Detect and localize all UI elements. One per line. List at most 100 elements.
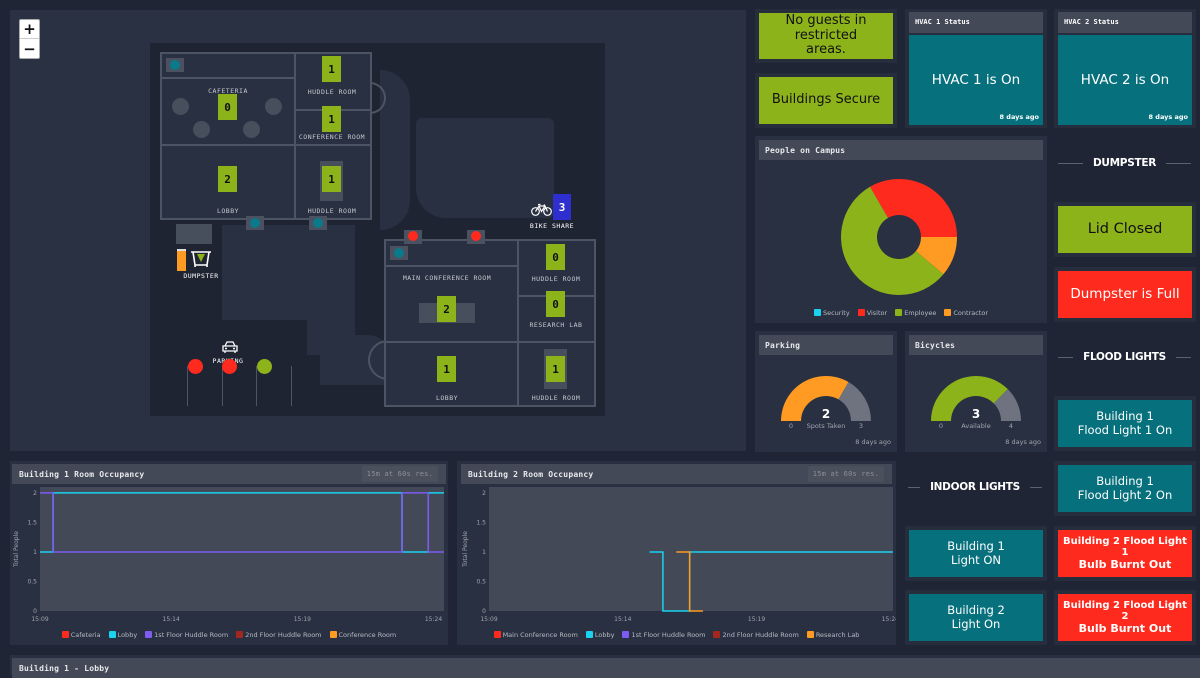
legend-label: 1st Floor Huddle Room xyxy=(154,631,229,639)
indoor-light-line1: Building 2 xyxy=(947,603,1005,618)
legend-swatch xyxy=(329,631,337,638)
y-tick-label: 2 xyxy=(33,490,37,497)
y-axis-label: Total People xyxy=(13,531,20,568)
car-icon xyxy=(222,341,238,353)
legend-label: Contractor xyxy=(953,309,989,317)
legend-item[interactable]: Lobby xyxy=(108,631,138,639)
sensor-pin[interactable] xyxy=(313,218,323,228)
flood-lights-section-header: FLOOD LIGHTS xyxy=(1058,351,1191,363)
occupancy-count[interactable]: 1 xyxy=(322,56,341,82)
legend-item[interactable]: 1st Floor Huddle Room xyxy=(622,631,705,639)
building-1-occupancy-panel: Building 1 Room Occupancy 15m at 60s res… xyxy=(10,461,448,645)
occupancy-count[interactable]: 2 xyxy=(218,166,237,192)
legend-item[interactable]: Lobby xyxy=(585,631,615,639)
room-label: HUDDLE ROOM xyxy=(307,207,357,215)
legend-item[interactable]: Research Lab xyxy=(806,631,859,639)
lawn-area-2 xyxy=(222,225,307,320)
divider xyxy=(1165,162,1191,164)
parking-panel: Parking 2 Spots Taken 0 3 8 days ago xyxy=(755,331,897,452)
hvac-2-updated: 8 days ago xyxy=(1148,113,1189,121)
legend-label: Lobby xyxy=(117,631,138,639)
legend-item[interactable]: Employee xyxy=(895,309,936,317)
divider xyxy=(908,486,921,488)
hvac-2-title: HVAC 2 Status xyxy=(1058,12,1192,33)
legend-item[interactable]: 2nd Floor Huddle Room xyxy=(713,631,799,639)
lid-status-text: Lid Closed xyxy=(1058,206,1192,253)
parking-spot-free[interactable] xyxy=(257,359,272,374)
bike-count[interactable]: 3 xyxy=(553,194,571,220)
building-1-occupancy-legend: Cafeteria Lobby 1st Floor Huddle Room 2nd F… xyxy=(10,631,448,639)
occupancy-count[interactable]: 0 xyxy=(218,94,237,120)
x-tick-label: 15:24 xyxy=(882,616,896,623)
campus-map[interactable]: CAFETERIA 0 1 HUDDLE ROOM 1 CONFERENCE R… xyxy=(10,10,746,451)
sensor-pin[interactable] xyxy=(394,248,404,258)
donut-slice-visitor xyxy=(870,179,957,237)
legend-label: 1st Floor Huddle Room xyxy=(631,631,706,639)
occupancy-count[interactable]: 0 xyxy=(546,291,565,317)
flood-light-tile: Building 2 Flood Light 2 Bulb Burnt Out xyxy=(1054,590,1196,645)
divider xyxy=(1058,162,1084,164)
zoom-in-button[interactable]: + xyxy=(20,20,39,39)
indoor-light-tile: Building 2 Light On xyxy=(905,590,1047,645)
legend-item[interactable]: 2nd Floor Huddle Room xyxy=(236,631,322,639)
room-label: CONFERENCE ROOM xyxy=(298,133,366,141)
dumpster-section-header: DUMPSTER xyxy=(1058,157,1191,169)
legend-item[interactable]: Conference Room xyxy=(329,631,396,639)
gauge-value: 2 xyxy=(822,407,830,421)
legend-item[interactable]: Cafeteria xyxy=(61,631,101,639)
legend-label: Lobby xyxy=(594,631,615,639)
indoor-light-line2: Light ON xyxy=(950,552,1001,567)
cafeteria-table xyxy=(243,121,260,138)
occupancy-count[interactable]: 1 xyxy=(322,106,341,132)
dumpster-icon[interactable] xyxy=(190,250,212,268)
occupancy-count[interactable]: 0 xyxy=(546,244,565,270)
bicycles-gauge: 3Available 0 4 xyxy=(931,376,1021,430)
room-label: HUDDLE ROOM xyxy=(531,275,581,283)
indoor-light-line2: Light On xyxy=(951,616,1001,631)
y-tick-label: 0.5 xyxy=(27,578,37,585)
hvac-1-title: HVAC 1 Status xyxy=(909,12,1043,33)
building-1-lobby-panel: Building 1 - Lobby xyxy=(10,655,1200,678)
dumpster-fill-level xyxy=(177,249,186,271)
divider xyxy=(1058,356,1074,358)
hvac-1-panel: HVAC 1 Status HVAC 1 is On 8 days ago xyxy=(905,9,1047,128)
y-tick-label: 1 xyxy=(482,549,486,556)
occupancy-count[interactable]: 2 xyxy=(437,296,456,322)
people-on-campus-panel: People on Campus Security Visitor Employee… xyxy=(755,136,1047,323)
door-sensor[interactable] xyxy=(408,231,418,241)
hvac-1-updated: 8 days ago xyxy=(999,113,1040,121)
legend-swatch xyxy=(857,309,865,316)
legend-item[interactable]: 1st Floor Huddle Room xyxy=(145,631,228,639)
legend-item[interactable]: Security xyxy=(813,309,850,317)
legend-swatch xyxy=(236,631,244,638)
sensor-pin[interactable] xyxy=(170,60,180,70)
legend-item[interactable]: Contractor xyxy=(944,309,988,317)
flood-light-tile: Building 1 Flood Light 1 On xyxy=(1054,396,1196,451)
indoor-lights-section-header: INDOOR LIGHTS xyxy=(908,481,1042,493)
legend-swatch xyxy=(622,631,630,638)
indoor-lights-section-title: INDOOR LIGHTS xyxy=(930,481,1020,493)
parking-spot-taken[interactable] xyxy=(188,359,203,374)
legend-swatch xyxy=(713,631,721,638)
zoom-out-button[interactable]: − xyxy=(20,39,39,58)
room-label: LOBBY xyxy=(435,394,459,402)
flood-light-line1: Building 1 xyxy=(1096,474,1154,489)
gauge-max-label: 4 xyxy=(1009,422,1013,430)
sensor-pin[interactable] xyxy=(250,218,260,228)
flood-light-line2: Flood Light 1 On xyxy=(1077,422,1173,437)
door-sensor[interactable] xyxy=(471,231,481,241)
hvac-2-panel: HVAC 2 Status HVAC 2 is On 8 days ago xyxy=(1054,9,1196,128)
legend-item[interactable]: Main Conference Room xyxy=(493,631,578,639)
occupancy-count[interactable]: 1 xyxy=(322,166,341,192)
divider xyxy=(1175,356,1191,358)
people-legend: Security Visitor Employee Contractor xyxy=(755,309,1047,317)
gauge-value: 3 xyxy=(972,407,980,421)
occupancy-count[interactable]: 1 xyxy=(546,356,565,382)
flood-light-tile: Building 1 Flood Light 2 On xyxy=(1054,461,1196,516)
legend-item[interactable]: Visitor xyxy=(857,309,887,317)
occupancy-count[interactable]: 1 xyxy=(437,356,456,382)
dumpster-pad xyxy=(176,224,212,244)
wall xyxy=(162,77,295,79)
wall xyxy=(386,341,594,343)
parking-spot-taken[interactable] xyxy=(222,359,237,374)
